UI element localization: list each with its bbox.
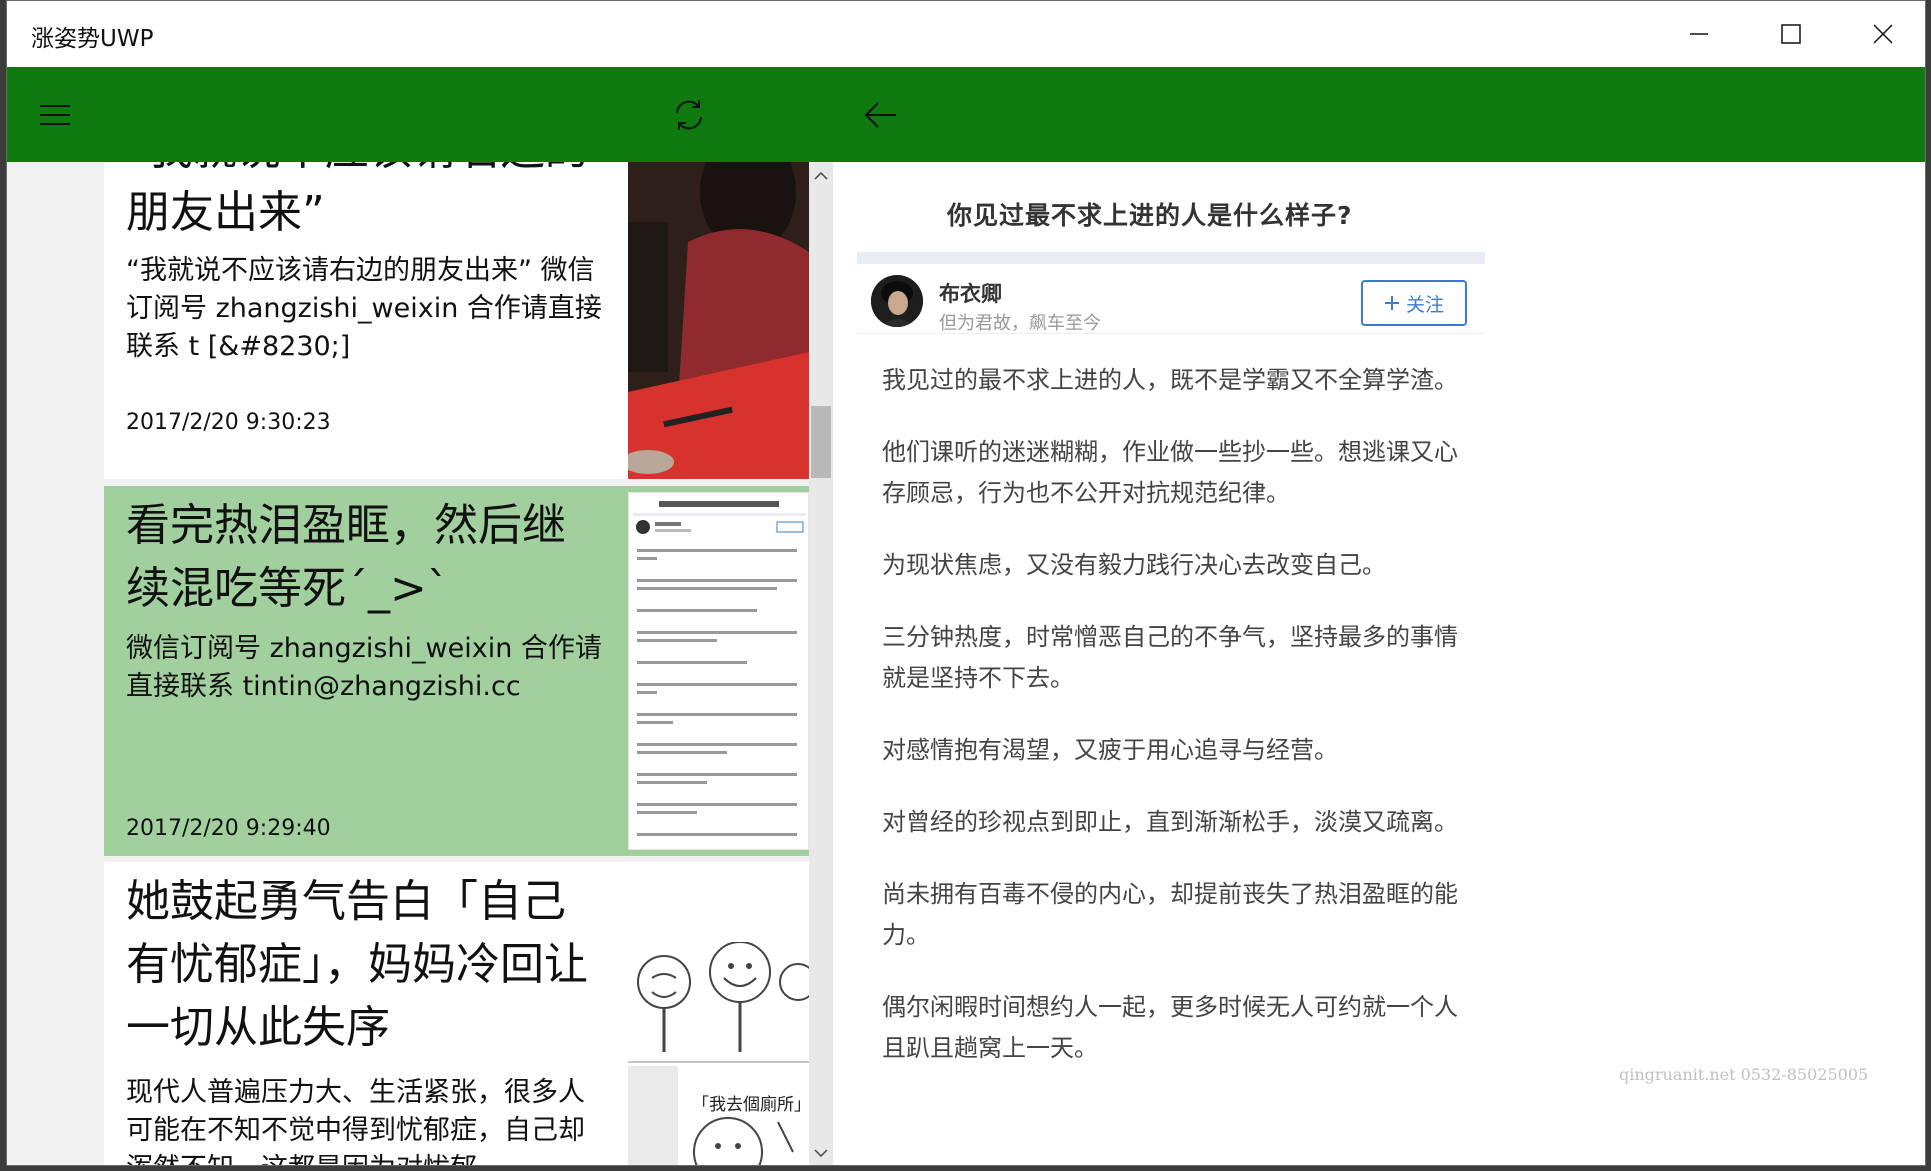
author-row: 布衣卿 但为君故，飙车至今 关注 bbox=[857, 264, 1485, 334]
article-detail-pane: 你见过最不求上进的人是什么样子? 布衣卿 但为君故，飙车至今 关注 我见过的最不… bbox=[833, 162, 1925, 1165]
author-motto: 但为君故，飙车至今 bbox=[939, 313, 1101, 334]
scroll-up-button[interactable] bbox=[809, 166, 833, 186]
list-item-description: 微信订阅号 zhangzishi_weixin 合作请直接联系 tintin@z… bbox=[126, 633, 602, 702]
list-item[interactable]: 她鼓起勇气告白「自己有忧郁症」，妈妈冷回让一切从此失序 现代人普遍压力大、生活紧… bbox=[104, 862, 809, 1165]
plus-icon bbox=[1384, 296, 1399, 310]
scrollbar-thumb[interactable] bbox=[811, 406, 831, 478]
cartoon-thumbnail-icon bbox=[628, 942, 809, 1165]
article-paragraph: 我见过的最不求上进的人，既不是学霸又不全算学渣。 bbox=[882, 366, 1458, 394]
list-item-date: 2017/2/20 9:30:23 bbox=[126, 410, 331, 435]
article-body: 我见过的最不求上进的人，既不是学霸又不全算学渣。 他们课听的迷迷糊糊，作业做一些… bbox=[882, 360, 1462, 1100]
list-item-thumbnail bbox=[628, 162, 809, 479]
close-button[interactable] bbox=[1837, 1, 1925, 67]
watermark-text: qingruanit.net 0532-85025005 bbox=[1619, 1065, 1869, 1084]
list-item[interactable]: “我就说不应该请右边的朋友出来” “我就说不应该请右边的朋友出来” 微信订阅号 … bbox=[104, 162, 809, 479]
list-item-date: 2017/2/20 9:29:40 bbox=[126, 816, 331, 841]
minimize-button[interactable] bbox=[1653, 1, 1745, 67]
list-item-description: “我就说不应该请右边的朋友出来” 微信订阅号 zhangzishi_weixin… bbox=[126, 255, 602, 362]
app-bar bbox=[7, 67, 1925, 162]
maximize-icon bbox=[1781, 24, 1801, 44]
list-item-description: 现代人普遍压力大、生活紧张，很多人可能在不知不觉中得到忧郁症，自己却浑然不知，这… bbox=[126, 1077, 585, 1165]
list-scrollbar[interactable] bbox=[809, 162, 833, 1165]
refresh-icon bbox=[676, 100, 702, 130]
follow-button[interactable]: 关注 bbox=[1361, 280, 1467, 326]
chevron-up-icon bbox=[814, 171, 828, 180]
article-preview-thumbnail-icon bbox=[629, 493, 808, 849]
scroll-down-button[interactable] bbox=[809, 1143, 833, 1163]
refresh-button[interactable] bbox=[665, 91, 713, 139]
thumbnail-caption: 「我去個廁所」 bbox=[692, 1095, 809, 1115]
article-paragraph: 对感情抱有渴望，又疲于用心追寻与经营。 bbox=[882, 736, 1338, 764]
title-bar[interactable]: 涨姿势UWP bbox=[7, 1, 1925, 67]
article-paragraph: 对曾经的珍视点到即止，直到渐渐松手，淡漠又疏离。 bbox=[882, 808, 1458, 836]
close-icon bbox=[1873, 24, 1893, 44]
window-title: 涨姿势UWP bbox=[31, 26, 154, 52]
article-paragraph: 他们课听的迷迷糊糊，作业做一些抄一些。想逃课又心存顾忌，行为也不公开对抗规范纪律… bbox=[882, 438, 1458, 507]
list-item-selected[interactable]: 看完热泪盈眶，然后继续混吃等死´_>` 微信订阅号 zhangzishi_wei… bbox=[104, 486, 809, 856]
photo-thumbnail-icon bbox=[628, 162, 809, 479]
list-item-title: “我就说不应该请右边的朋友出来” bbox=[126, 162, 589, 238]
list-item-title: 看完热泪盈眶，然后继续混吃等死´_>` bbox=[126, 500, 566, 614]
back-button[interactable] bbox=[857, 91, 905, 139]
article-list: “我就说不应该请右边的朋友出来” “我就说不应该请右边的朋友出来” 微信订阅号 … bbox=[104, 162, 809, 1165]
article-list-pane: “我就说不应该请右边的朋友出来” “我就说不应该请右边的朋友出来” 微信订阅号 … bbox=[7, 162, 833, 1165]
hamburger-menu-button[interactable] bbox=[31, 91, 79, 139]
list-item-thumbnail bbox=[628, 492, 809, 850]
author-avatar[interactable] bbox=[871, 275, 923, 327]
article-paragraph: 偶尔闲暇时间想约人一起，更多时候无人可约就一个人且趴且趟窝上一天。 bbox=[882, 993, 1458, 1062]
hamburger-menu-icon bbox=[40, 105, 70, 125]
title-separator bbox=[857, 252, 1485, 264]
maximize-button[interactable] bbox=[1745, 1, 1837, 67]
app-window: 涨姿势UWP “我就说不应 bbox=[6, 0, 1926, 1166]
author-name[interactable]: 布衣卿 bbox=[939, 278, 1002, 308]
follow-button-label: 关注 bbox=[1405, 293, 1444, 316]
back-arrow-icon bbox=[864, 102, 896, 128]
article-title: 你见过最不求上进的人是什么样子? bbox=[947, 201, 1353, 230]
avatar-icon bbox=[871, 275, 923, 327]
minimize-icon bbox=[1690, 33, 1708, 35]
article-paragraph: 三分钟热度，时常憎恶自己的不争气，坚持最多的事情就是坚持不下去。 bbox=[882, 623, 1458, 692]
chevron-down-icon bbox=[814, 1149, 828, 1158]
article-paragraph: 为现状焦虑，又没有毅力践行决心去改变自己。 bbox=[882, 551, 1386, 579]
list-item-thumbnail: 「我去個廁所」 bbox=[628, 942, 809, 1165]
article-paragraph: 尚未拥有百毒不侵的内心，却提前丧失了热泪盈眶的能力。 bbox=[882, 880, 1458, 949]
list-item-title: 她鼓起勇气告白「自己有忧郁症」，妈妈冷回让一切从此失序 bbox=[126, 876, 588, 1053]
